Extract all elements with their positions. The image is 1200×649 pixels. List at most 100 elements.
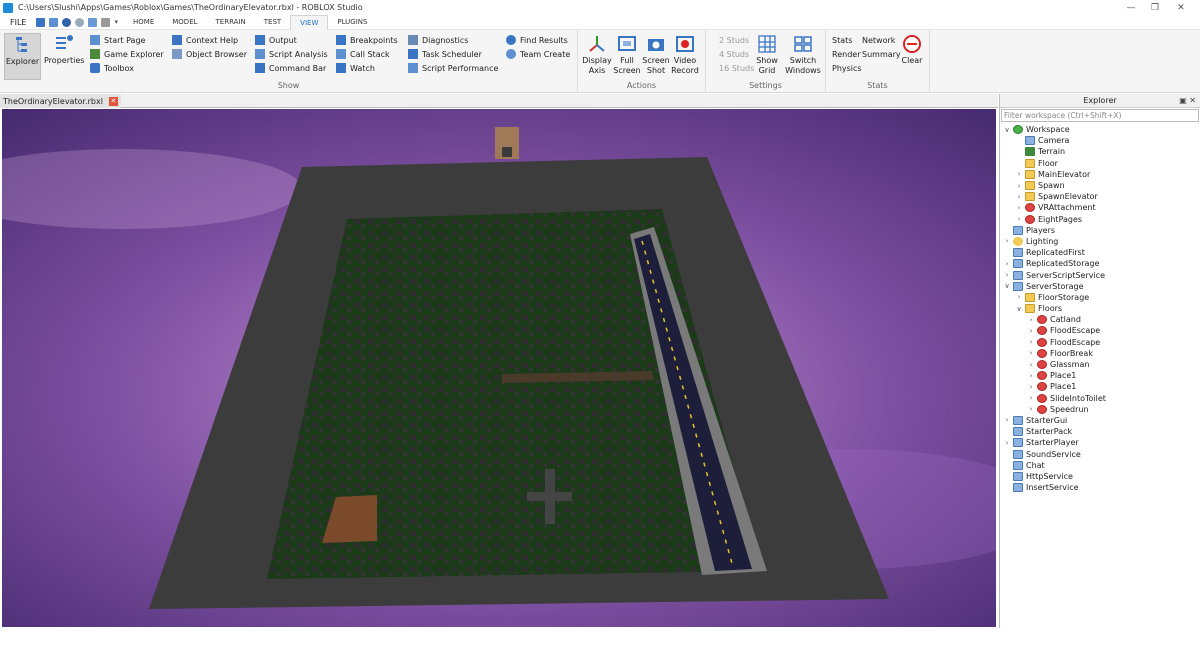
expand-arrow-icon[interactable]: › bbox=[1027, 405, 1035, 413]
close-icon[interactable]: ✕ bbox=[1168, 0, 1194, 15]
document-tab[interactable]: TheOrdinaryElevator.rbxl ✕ bbox=[0, 94, 121, 108]
expand-arrow-icon[interactable]: › bbox=[1015, 182, 1023, 190]
file-menu[interactable]: FILE bbox=[0, 18, 36, 27]
expand-arrow-icon[interactable]: › bbox=[1027, 361, 1035, 369]
switch-windows-button[interactable]: Switch Windows bbox=[783, 33, 823, 80]
expand-arrow-icon[interactable]: › bbox=[1015, 215, 1023, 223]
show-grid-button[interactable]: Show Grid bbox=[754, 33, 780, 80]
tree-item-players[interactable]: Players bbox=[1000, 225, 1200, 236]
expand-arrow-icon[interactable]: › bbox=[1027, 372, 1035, 380]
network-button[interactable]: Network bbox=[862, 34, 895, 46]
watch-button[interactable]: Watch bbox=[336, 62, 375, 74]
tree-item-starterpack[interactable]: StarterPack bbox=[1000, 426, 1200, 437]
tree-item-place1[interactable]: › Place1 bbox=[1000, 381, 1200, 392]
tree-item-insertservice[interactable]: InsertService bbox=[1000, 482, 1200, 493]
tab-model[interactable]: MODEL bbox=[163, 15, 206, 30]
tree-item-catland[interactable]: › Catland bbox=[1000, 314, 1200, 325]
expand-arrow-icon[interactable]: › bbox=[1027, 327, 1035, 335]
studs-2-option[interactable]: 2 Studs bbox=[719, 34, 749, 46]
output-button[interactable]: Output bbox=[255, 34, 297, 46]
tab-home[interactable]: HOME bbox=[124, 15, 163, 30]
studs-16-option[interactable]: 16 Studs bbox=[719, 62, 754, 74]
tree-item-slideintotoilet[interactable]: › SlideIntoToilet bbox=[1000, 393, 1200, 404]
find-results-button[interactable]: Find Results bbox=[506, 34, 568, 46]
restore-icon[interactable]: ❐ bbox=[1142, 0, 1168, 15]
tab-plugins[interactable]: PLUGINS bbox=[328, 15, 376, 30]
tree-item-floorbreak[interactable]: › FloorBreak bbox=[1000, 348, 1200, 359]
expand-arrow-icon[interactable]: › bbox=[1003, 416, 1011, 424]
screen-shot-button[interactable]: Screen Shot bbox=[640, 33, 672, 80]
object-browser-button[interactable]: Object Browser bbox=[172, 48, 247, 60]
start-page-button[interactable]: Start Page bbox=[90, 34, 145, 46]
tree-item-floor[interactable]: Floor bbox=[1000, 158, 1200, 169]
expand-arrow-icon[interactable]: › bbox=[1003, 439, 1011, 447]
tree-item-chat[interactable]: Chat bbox=[1000, 460, 1200, 471]
summary-button[interactable]: Summary bbox=[862, 48, 901, 60]
script-performance-button[interactable]: Script Performance bbox=[408, 62, 498, 74]
expand-arrow-icon[interactable]: › bbox=[1027, 338, 1035, 346]
team-create-button[interactable]: Team Create bbox=[506, 48, 570, 60]
tree-item-vrattachment[interactable]: › VRAttachment bbox=[1000, 202, 1200, 213]
stats-button[interactable]: Stats bbox=[832, 34, 852, 46]
expand-arrow-icon[interactable]: › bbox=[1027, 316, 1035, 324]
tree-item-mainelevator[interactable]: › MainElevator bbox=[1000, 169, 1200, 180]
tree-item-glassman[interactable]: › Glassman bbox=[1000, 359, 1200, 370]
tree-item-workspace[interactable]: ∨ Workspace bbox=[1000, 124, 1200, 135]
tree-item-floodescape[interactable]: › FloodEscape bbox=[1000, 325, 1200, 336]
task-scheduler-button[interactable]: Task Scheduler bbox=[408, 48, 482, 60]
undo-icon[interactable] bbox=[62, 17, 72, 27]
tree-item-lighting[interactable]: › Lighting bbox=[1000, 236, 1200, 247]
expand-arrow-icon[interactable]: › bbox=[1015, 293, 1023, 301]
tree-item-camera[interactable]: Camera bbox=[1000, 135, 1200, 146]
physics-button[interactable]: Physics bbox=[832, 62, 862, 74]
quick-access-dropdown-icon[interactable]: ▾ bbox=[114, 18, 118, 26]
expand-arrow-icon[interactable]: › bbox=[1015, 193, 1023, 201]
tab-test[interactable]: TEST bbox=[255, 15, 290, 30]
tab-terrain[interactable]: TERRAIN bbox=[207, 15, 255, 30]
tree-item-spawn[interactable]: › Spawn bbox=[1000, 180, 1200, 191]
command-bar-button[interactable]: Command Bar bbox=[255, 62, 326, 74]
display-axis-button[interactable]: Display Axis bbox=[580, 33, 614, 80]
panel-pin-close-icon[interactable]: ▣ ✕ bbox=[1179, 94, 1196, 108]
render-button[interactable]: Render bbox=[832, 48, 860, 60]
game-explorer-button[interactable]: Game Explorer bbox=[90, 48, 164, 60]
studs-4-option[interactable]: 4 Studs bbox=[719, 48, 749, 60]
tree-item-spawnelevator[interactable]: › SpawnElevator bbox=[1000, 191, 1200, 202]
expand-arrow-icon[interactable]: › bbox=[1027, 394, 1035, 402]
tree-item-floors[interactable]: ∨ Floors bbox=[1000, 303, 1200, 314]
clear-button[interactable]: Clear bbox=[898, 33, 926, 80]
toolbox-button[interactable]: Toolbox bbox=[90, 62, 134, 74]
tree-item-replicatedfirst[interactable]: ReplicatedFirst bbox=[1000, 247, 1200, 258]
minimize-icon[interactable]: — bbox=[1118, 0, 1144, 15]
expand-arrow-icon[interactable]: › bbox=[1003, 237, 1011, 245]
tree-item-startergui[interactable]: › StarterGui bbox=[1000, 415, 1200, 426]
close-tab-icon[interactable]: ✕ bbox=[108, 96, 118, 106]
script-analysis-button[interactable]: Script Analysis bbox=[255, 48, 328, 60]
tree-item-serverstorage[interactable]: ∨ ServerStorage bbox=[1000, 281, 1200, 292]
save-icon[interactable] bbox=[49, 17, 59, 27]
3d-viewport[interactable] bbox=[2, 109, 996, 627]
expand-arrow-icon[interactable]: › bbox=[1015, 204, 1023, 212]
tree-item-serverscriptservice[interactable]: › ServerScriptService bbox=[1000, 269, 1200, 280]
tree-item-terrain[interactable]: Terrain bbox=[1000, 146, 1200, 157]
collapse-arrow-icon[interactable]: ∨ bbox=[1003, 126, 1011, 134]
call-stack-button[interactable]: Call Stack bbox=[336, 48, 390, 60]
expand-arrow-icon[interactable]: › bbox=[1027, 383, 1035, 391]
stop-icon[interactable] bbox=[101, 17, 111, 27]
collapse-arrow-icon[interactable]: ∨ bbox=[1015, 305, 1023, 313]
expand-arrow-icon[interactable]: › bbox=[1003, 260, 1011, 268]
collapse-arrow-icon[interactable]: ∨ bbox=[1003, 282, 1011, 290]
explorer-button[interactable]: Explorer bbox=[4, 33, 41, 80]
explorer-filter-input[interactable]: Filter workspace (Ctrl+Shift+X) bbox=[1001, 109, 1199, 122]
tree-item-soundservice[interactable]: SoundService bbox=[1000, 448, 1200, 459]
context-help-button[interactable]: Context Help bbox=[172, 34, 238, 46]
tab-view[interactable]: VIEW bbox=[290, 14, 329, 30]
tree-item-replicatedstorage[interactable]: › ReplicatedStorage bbox=[1000, 258, 1200, 269]
tree-item-floodescape[interactable]: › FloodEscape bbox=[1000, 337, 1200, 348]
diagnostics-button[interactable]: Diagnostics bbox=[408, 34, 468, 46]
expand-arrow-icon[interactable]: › bbox=[1015, 170, 1023, 178]
new-icon[interactable] bbox=[36, 17, 46, 27]
tree-item-place1[interactable]: › Place1 bbox=[1000, 370, 1200, 381]
expand-arrow-icon[interactable]: › bbox=[1003, 271, 1011, 279]
properties-button[interactable]: Properties bbox=[44, 33, 84, 80]
